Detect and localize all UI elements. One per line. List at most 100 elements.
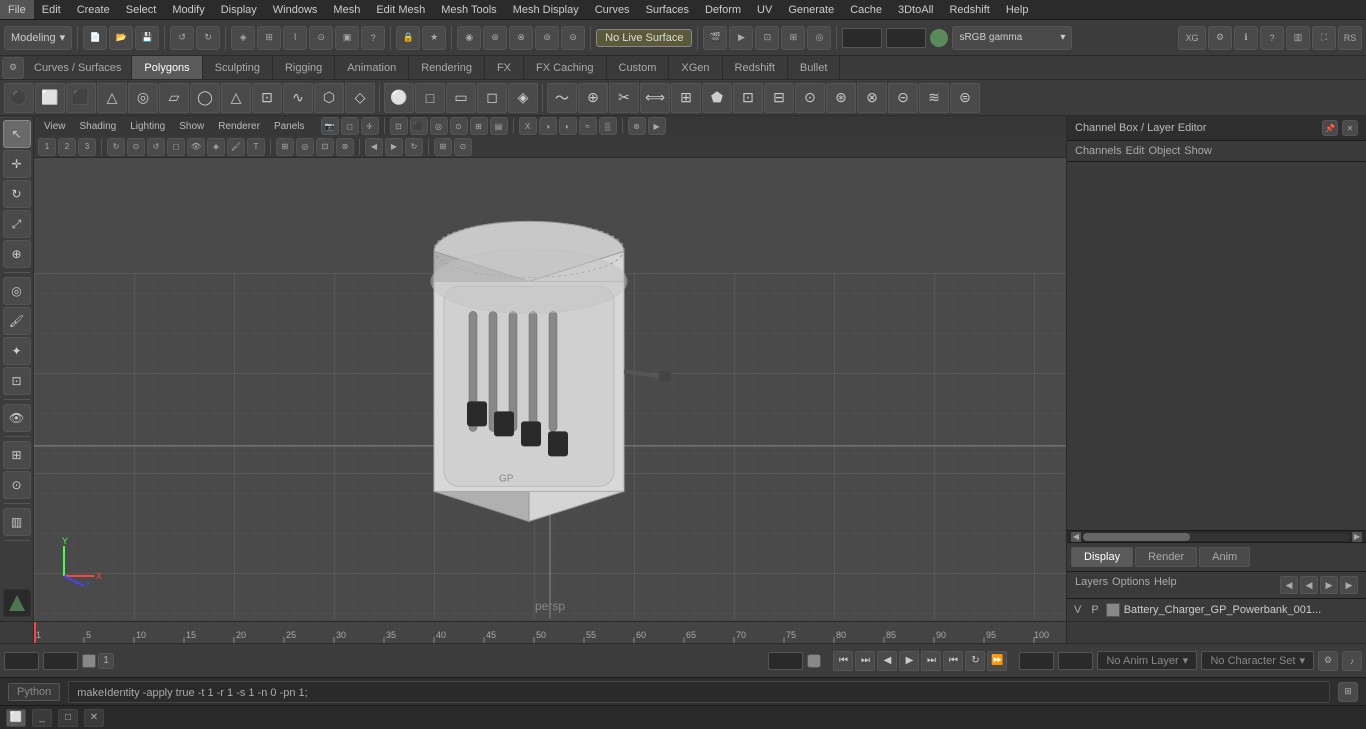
layout-btn2[interactable]: ▥ <box>3 508 31 536</box>
shelf-bridge[interactable]: ⊟ <box>764 83 794 113</box>
tab-display[interactable]: Display <box>1071 547 1133 567</box>
tab-fx[interactable]: FX <box>485 56 524 79</box>
shelf-soccer[interactable]: ⬡ <box>314 83 344 113</box>
no-live-surface-btn[interactable]: No Live Surface <box>596 29 692 47</box>
timeline-ruler-area[interactable]: 1 5 10 15 20 25 30 35 40 45 50 55 60 <box>0 621 1366 643</box>
tab-bullet[interactable]: Bullet <box>788 56 841 79</box>
xform3-btn[interactable]: ⊜ <box>535 26 559 50</box>
vp-anim-btn[interactable]: ▶ <box>648 117 666 135</box>
shelf-extrude[interactable]: ⊡ <box>733 83 763 113</box>
shelf-plane[interactable]: ▱ <box>159 83 189 113</box>
snap-to-grid-btn[interactable]: ⊞ <box>257 26 281 50</box>
vp2-cam-btn[interactable]: ⊞ <box>434 138 452 156</box>
layer-arrow-left2[interactable]: ◀ <box>1300 576 1318 594</box>
open-file-btn[interactable]: 📂 <box>109 26 133 50</box>
shelf-mirror[interactable]: ⟺ <box>640 83 670 113</box>
loop-btn[interactable]: ↻ <box>965 651 985 671</box>
vp-move-btn[interactable]: ✛ <box>361 117 379 135</box>
play-back-btn[interactable]: ◀ <box>877 651 897 671</box>
vp-grid-btn[interactable]: ⊞ <box>470 117 488 135</box>
shelf-disk[interactable]: ◯ <box>190 83 220 113</box>
layers-menu[interactable]: Layers <box>1075 576 1108 594</box>
shelf-cube[interactable]: ⬜ <box>35 83 65 113</box>
vp-shaded-btn[interactable]: ⬛ <box>410 117 428 135</box>
snap-to-surface-btn[interactable]: ▣ <box>335 26 359 50</box>
fullscreen-btn[interactable]: ⛶ <box>1312 26 1336 50</box>
prev-frame-btn[interactable]: ⏭ <box>855 651 875 671</box>
vp-select-btn[interactable]: ◻ <box>341 117 359 135</box>
vp2-type-btn[interactable]: T <box>247 138 265 156</box>
redo-btn[interactable]: ↻ <box>196 26 220 50</box>
shelf-multi-cut[interactable]: ✂ <box>609 83 639 113</box>
vp2-show5-btn[interactable]: ⊛ <box>336 138 354 156</box>
save-file-btn[interactable]: 💾 <box>135 26 159 50</box>
shelf-torus[interactable]: ◎ <box>128 83 158 113</box>
playhead[interactable] <box>34 622 36 643</box>
shelf-shape2[interactable]: ◈ <box>508 83 538 113</box>
tab-curves-surfaces[interactable]: Curves / Surfaces <box>24 56 132 79</box>
select-tool-btn[interactable]: ↖ <box>3 120 31 148</box>
shelf-bevel[interactable]: ⬟ <box>702 83 732 113</box>
menu-curves[interactable]: Curves <box>587 0 638 19</box>
shelf-cone[interactable]: △ <box>97 83 127 113</box>
tab-xgen[interactable]: XGen <box>669 56 722 79</box>
render5-btn[interactable]: ◎ <box>807 26 831 50</box>
scroll-right-btn[interactable]: ▶ <box>1352 532 1362 542</box>
highlight-btn[interactable]: ★ <box>422 26 446 50</box>
menu-redshift[interactable]: Redshift <box>941 0 997 19</box>
window-close-btn[interactable]: ✕ <box>84 709 104 727</box>
script-editor-btn[interactable]: ⊞ <box>1338 682 1358 702</box>
show-hide-btn[interactable]: 👁 <box>3 404 31 432</box>
vp2-btn2[interactable]: 2 <box>58 138 76 156</box>
menu-modify[interactable]: Modify <box>164 0 212 19</box>
vp2-select2-btn[interactable]: ◈ <box>207 138 225 156</box>
shelf-quad-sphere[interactable]: ⚪ <box>384 83 414 113</box>
vp2-loop-btn[interactable]: ↻ <box>405 138 423 156</box>
vp-shadow-btn[interactable]: ◑ <box>539 117 557 135</box>
window-icon[interactable]: ⬜ <box>6 709 26 727</box>
info-btn[interactable]: ℹ <box>1234 26 1258 50</box>
rotate-tool-btn[interactable]: ↻ <box>3 180 31 208</box>
render1-btn[interactable]: 🎬 <box>703 26 727 50</box>
snap-to-point-btn[interactable]: ⊙ <box>309 26 333 50</box>
layer-arrow-right[interactable]: ▶ <box>1320 576 1338 594</box>
soft-select-btn[interactable]: ◎ <box>3 277 31 305</box>
redshift-btn2[interactable]: RS <box>1338 26 1362 50</box>
vp-smooth-btn[interactable]: ◎ <box>430 117 448 135</box>
vp-menu-show[interactable]: Show <box>173 121 210 132</box>
float2-input[interactable]: 1.00 <box>886 28 926 48</box>
render3-btn[interactable]: ⊡ <box>755 26 779 50</box>
tab-animation[interactable]: Animation <box>335 56 409 79</box>
scale-tool-btn[interactable]: ⤢ <box>3 210 31 238</box>
menu-mesh-tools[interactable]: Mesh Tools <box>433 0 504 19</box>
tab-rendering[interactable]: Rendering <box>409 56 485 79</box>
shelf-pipe2[interactable]: ◻ <box>477 83 507 113</box>
menu-select[interactable]: Select <box>118 0 165 19</box>
pin-btn[interactable]: 📌 <box>1322 120 1338 136</box>
tab-anim[interactable]: Anim <box>1199 547 1250 567</box>
vp2-orbit-btn[interactable]: ↻ <box>107 138 125 156</box>
play-fwd-btn[interactable]: ▶ <box>899 651 919 671</box>
current-frame-input[interactable]: 1 <box>4 652 39 670</box>
shelf-crease[interactable]: ⊝ <box>888 83 918 113</box>
universal-tool-btn[interactable]: ⊕ <box>3 240 31 268</box>
vp-menu-lighting[interactable]: Lighting <box>124 121 171 132</box>
menu-surfaces[interactable]: Surfaces <box>638 0 697 19</box>
playback-speed-btn[interactable]: ⏩ <box>987 651 1007 671</box>
select-mode-btn[interactable]: ◈ <box>231 26 255 50</box>
vp-isolate-btn[interactable]: ⊛ <box>628 117 646 135</box>
workspace-dropdown[interactable]: Modeling ▾ <box>4 26 72 50</box>
shelf-smooth[interactable]: ≋ <box>919 83 949 113</box>
render-region-btn[interactable]: ◉ <box>457 26 481 50</box>
xform1-btn[interactable]: ⊛ <box>483 26 507 50</box>
command-line[interactable]: makeIdentity -apply true -t 1 -r 1 -s 1 … <box>68 681 1330 703</box>
vp-xray-btn[interactable]: X <box>519 117 537 135</box>
frame-field2[interactable]: 1 <box>43 652 78 670</box>
paint-btn[interactable]: 🖌 <box>3 307 31 335</box>
vp2-rotate-btn[interactable]: ↺ <box>147 138 165 156</box>
vp2-light-btn[interactable]: ⊙ <box>454 138 472 156</box>
menu-cache[interactable]: Cache <box>842 0 890 19</box>
color-space-btn[interactable] <box>930 29 948 47</box>
vp2-show2-btn[interactable]: ⊞ <box>276 138 294 156</box>
vp2-btn1[interactable]: 1 <box>38 138 56 156</box>
